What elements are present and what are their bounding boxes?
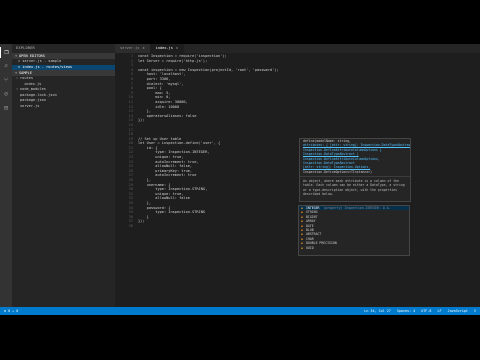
parameter-hints-popup: define(modelName: string, attributes: { …	[299, 138, 411, 202]
tree-item-label: index.js	[24, 81, 42, 86]
tab-bar: server.js × index.js ×	[115, 44, 480, 53]
tab-index-js[interactable]: index.js ×	[150, 44, 185, 53]
status-item[interactable]: UTF-8	[421, 309, 431, 313]
search-icon[interactable]: ⌕	[0, 61, 12, 72]
status-bar: ⊗ 0 ⚠ 0 Ln 34, Col 27 Spaces: 4 UTF-8 LF Jav…	[0, 307, 480, 315]
parameter-doc: An object, where each attribute is a col…	[300, 176, 410, 198]
code-text: let Server = require('http.js');	[138, 58, 208, 63]
suggestion-item[interactable]: ◆ UUID	[299, 246, 409, 250]
source-control-icon[interactable]: ⑂	[0, 75, 12, 86]
signature-list: define(modelName: string, attributes: { …	[300, 139, 410, 174]
close-icon[interactable]: ×	[142, 46, 144, 50]
tab-label: server.js	[120, 46, 140, 50]
suggestion-detail: (property) Inspection.INTEGER: D.A.	[323, 206, 391, 210]
open-editor-label: index.js - routes/views	[22, 64, 73, 69]
tab-server-js[interactable]: server.js ×	[115, 44, 151, 53]
signature-line: Inspection.DefineOptions<TInstance>)	[303, 169, 373, 174]
status-item[interactable]: JavaScript	[448, 309, 468, 313]
files-icon[interactable]: ❐	[0, 47, 12, 58]
close-icon[interactable]: ×	[176, 46, 178, 50]
tree-item[interactable]: server.js	[12, 104, 115, 110]
explorer-sidebar: EXPLORER ▾ OPEN EDITORS × server.js - sam…	[12, 44, 115, 307]
tab-label: index.js	[155, 46, 173, 50]
code-text: });	[138, 219, 145, 224]
tree-item-label: server.js	[20, 103, 40, 108]
code-view[interactable]: 1 const Inspection = require('inspection'…	[115, 54, 480, 229]
vscode-window: ❐ ⌕ ⑂ ⊘ ⊞ EXPLORER ▾ OPEN EDITORS × serve…	[0, 44, 480, 315]
editor-area: server.js × index.js × 1 const Inspection = …	[115, 44, 480, 307]
status-item[interactable]: LF	[437, 309, 441, 313]
extensions-icon[interactable]: ⊞	[0, 103, 12, 114]
problems-indicator[interactable]: ⊗ 0 ⚠ 0	[4, 307, 18, 315]
status-item[interactable]: Spaces: 4	[397, 309, 415, 313]
open-editors-list: × server.js - sample × index.js - routes/…	[12, 59, 115, 70]
code-text: });	[138, 118, 145, 123]
suggestion-widget: ◆ INTEGER (property) Inspection.INTEGER: D…	[298, 205, 410, 256]
status-right: Ln 34, Col 27 Spaces: 4 UTF-8 LF JavaScript ☺	[358, 307, 476, 315]
activity-bar: ❐ ⌕ ⑂ ⊘ ⊞	[0, 44, 12, 307]
project-label: SAMPLE	[19, 71, 32, 75]
code-text: operatorsAliases: false	[138, 113, 197, 118]
open-editor-label: server.js - sample	[22, 59, 62, 63]
status-item[interactable]: ☺	[474, 309, 476, 313]
tree-item-label: node_modules	[20, 87, 46, 91]
open-editors-label: OPEN EDITORS	[19, 54, 45, 58]
tree-item-label: routes	[20, 76, 33, 80]
explorer-title: EXPLORER	[16, 46, 35, 50]
status-item[interactable]: Ln 34, Col 27	[364, 309, 391, 313]
suggestion-label: UUID	[306, 245, 314, 250]
debug-icon[interactable]: ⊘	[0, 89, 12, 100]
file-tree: › routes index.js › node_modules package-lo…	[12, 76, 115, 109]
line-number: 38	[128, 223, 133, 228]
tree-item-label: package.json	[20, 98, 46, 102]
tree-item-label: package-lock.json	[20, 92, 57, 97]
